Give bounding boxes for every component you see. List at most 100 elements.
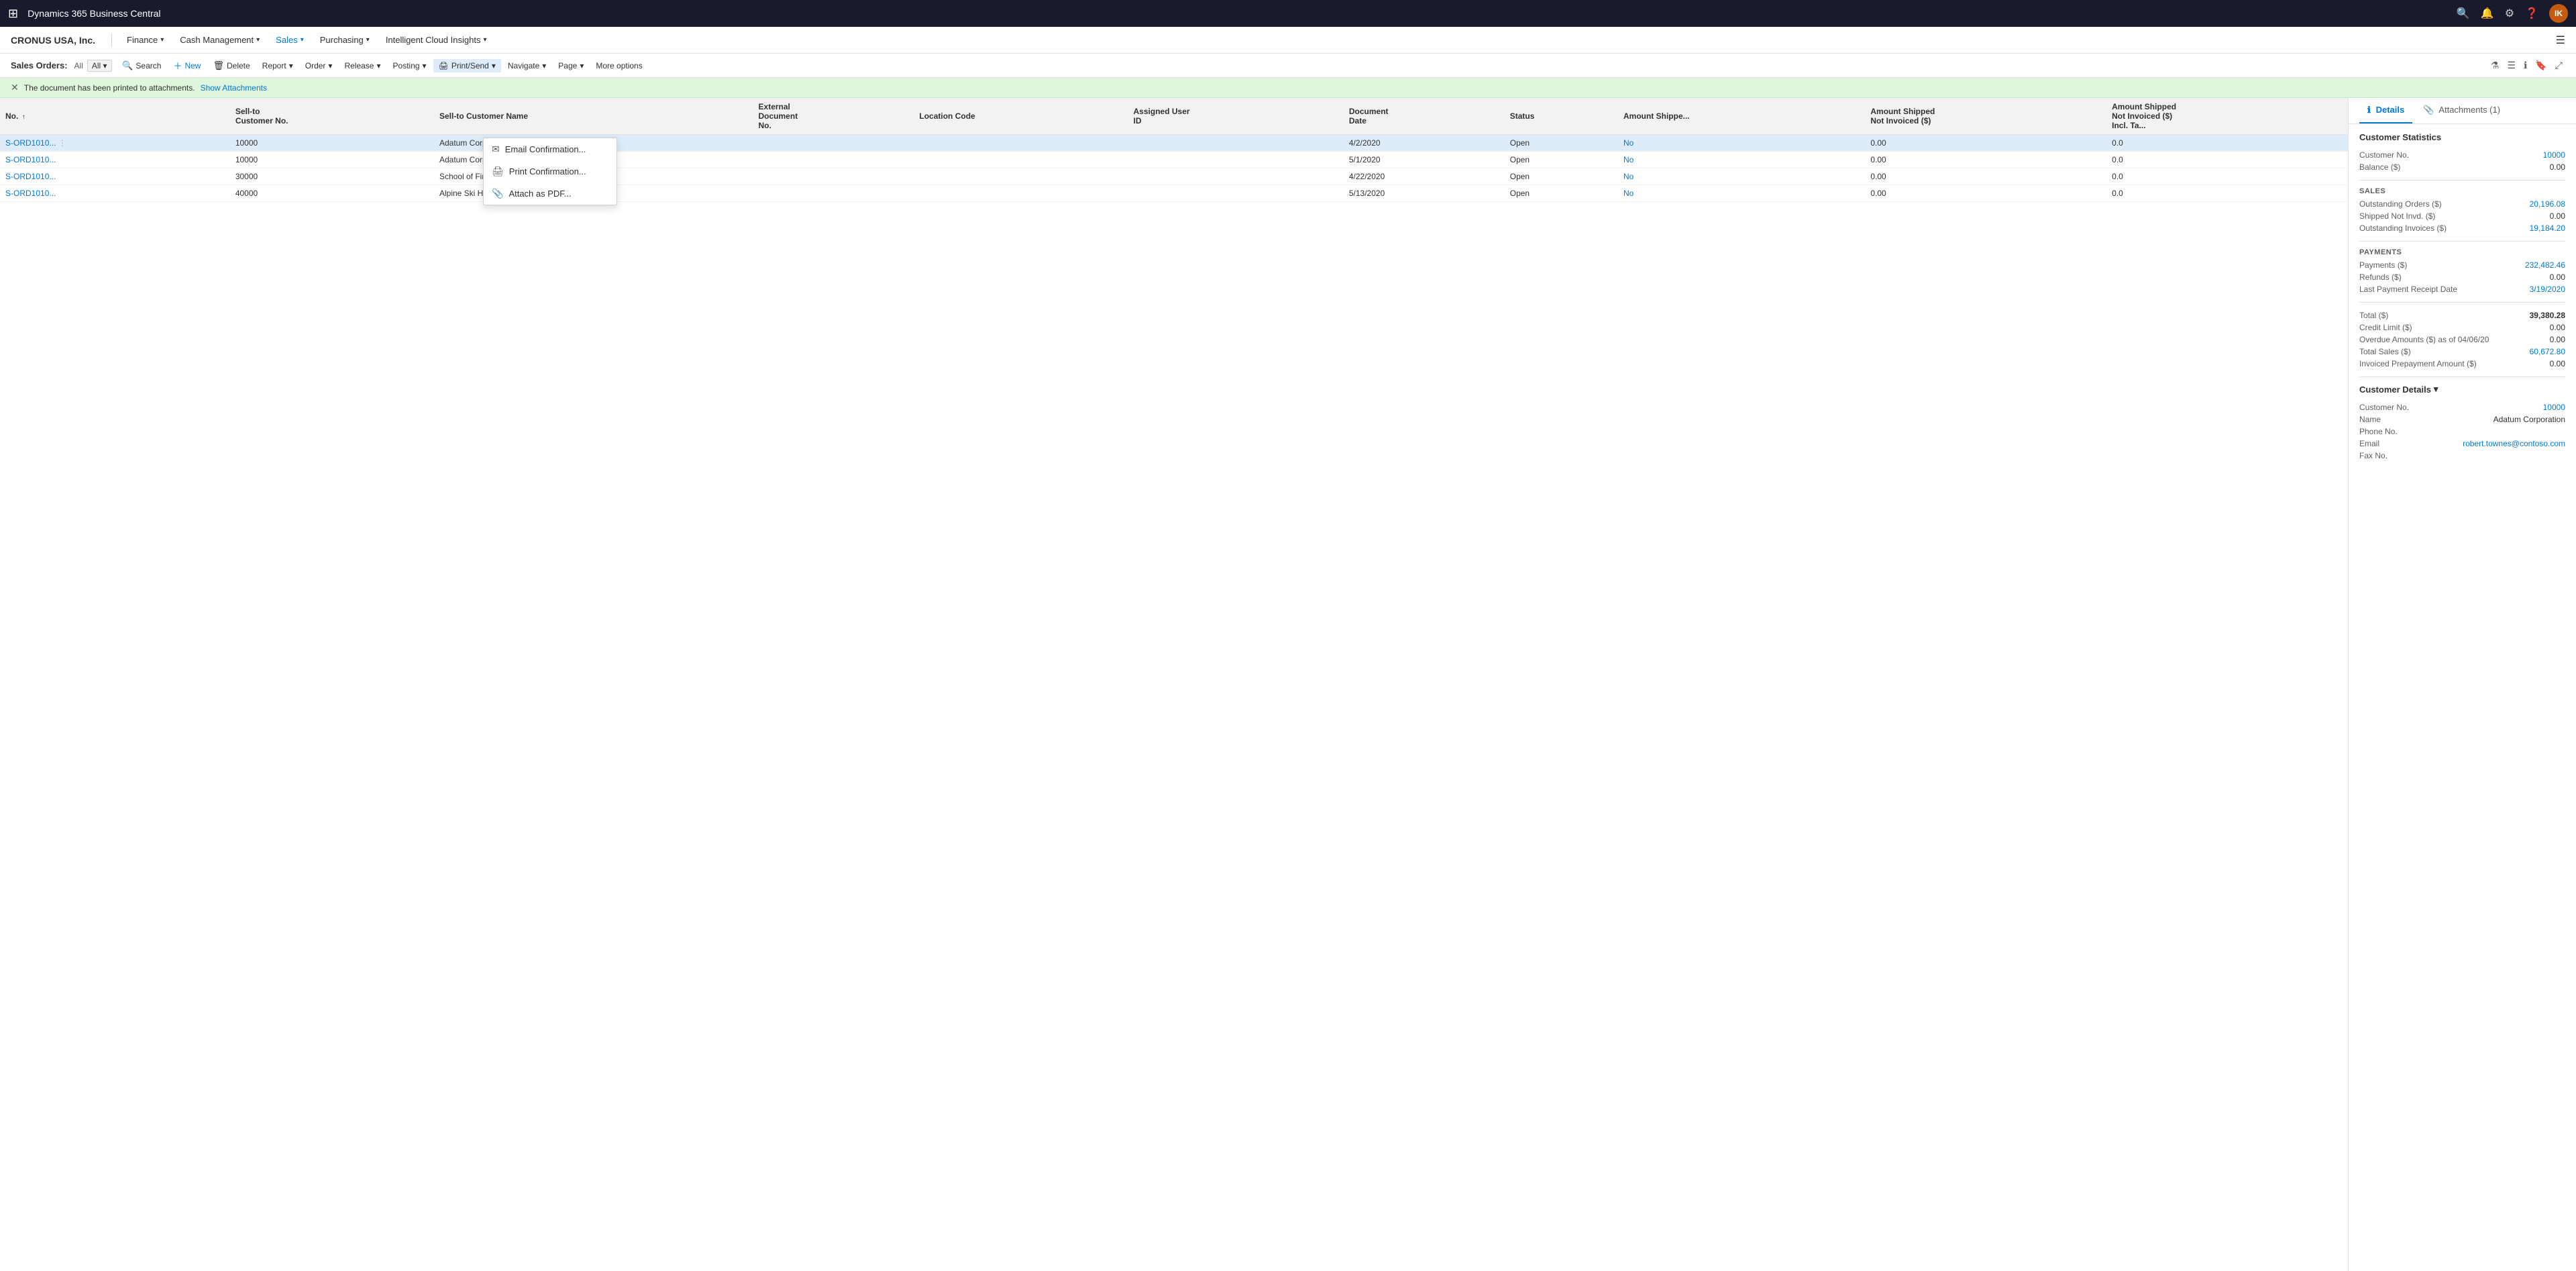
detail-name-label: Name (2359, 415, 2381, 424)
col-doc-date[interactable]: DocumentDate (1344, 98, 1505, 135)
outstanding-invoices-value[interactable]: 19,184.20 (2530, 223, 2565, 233)
customer-statistics-section: Customer Statistics Customer No. 10000 B… (2349, 124, 2576, 470)
col-loc-code[interactable]: Location Code (914, 98, 1128, 135)
outstanding-invoices-label: Outstanding Invoices ($) (2359, 223, 2447, 233)
table-row[interactable]: S-ORD1010...30000School of Fine Art4/22/… (0, 168, 2348, 185)
settings-icon[interactable]: ⚙ (2505, 7, 2514, 20)
col-cust-no[interactable]: Sell-toCustomer No. (230, 98, 434, 135)
chevron-down-icon: ▾ (580, 61, 584, 70)
search-button[interactable]: 🔍 Search (117, 58, 166, 73)
print-confirmation-item[interactable]: 🖨 Print Confirmation... (484, 160, 616, 183)
avatar[interactable]: IK (2549, 4, 2568, 23)
email-confirmation-item[interactable]: ✉ Email Confirmation... (484, 138, 616, 160)
table-cell[interactable]: S-ORD1010... (0, 152, 230, 168)
search-label: Search (136, 61, 161, 70)
bookmark-icon[interactable]: 🔖 (2532, 57, 2549, 74)
table-cell (914, 152, 1128, 168)
detail-email-value[interactable]: robert.townes@contoso.com (2463, 439, 2565, 448)
table-row[interactable]: S-ORD1010...40000Alpine Ski House5/13/20… (0, 185, 2348, 202)
col-no[interactable]: No. ↑ (0, 98, 230, 135)
outstanding-orders-label: Outstanding Orders ($) (2359, 199, 2442, 209)
navigate-button[interactable]: Navigate ▾ (502, 59, 551, 72)
last-payment-label: Last Payment Receipt Date (2359, 285, 2457, 294)
stat-cust-no-value[interactable]: 10000 (2543, 150, 2565, 160)
posting-button[interactable]: Posting ▾ (388, 59, 432, 72)
detail-phone-label: Phone No. (2359, 427, 2398, 436)
more-options-button[interactable]: More options (590, 59, 647, 72)
nav-item-cloud[interactable]: Intelligent Cloud Insights ▾ (379, 32, 494, 48)
stat-invoiced-prepay: Invoiced Prepayment Amount ($) 0.00 (2359, 358, 2565, 370)
col-amt-shipped[interactable]: Amount Shippe... (1618, 98, 1865, 135)
company-name: CRONUS USA, Inc. (11, 35, 95, 46)
close-notification-button[interactable]: ✕ (11, 82, 19, 93)
shipped-not-inv-value: 0.00 (2550, 211, 2565, 221)
print-send-button[interactable]: 🖨 Print/Send ▾ (433, 59, 501, 72)
payments-label: Payments ($) (2359, 260, 2407, 270)
detail-email-label: Email (2359, 439, 2379, 448)
release-button[interactable]: Release ▾ (339, 59, 386, 72)
outstanding-orders-value[interactable]: 20,196.08 (2530, 199, 2565, 209)
bell-icon[interactable]: 🔔 (2481, 7, 2494, 20)
waffle-icon[interactable]: ⊞ (8, 7, 18, 21)
print-send-dropdown: ✉ Email Confirmation... 🖨 Print Confirma… (483, 138, 617, 205)
table-cell: 4/22/2020 (1344, 168, 1505, 185)
table-area: No. ↑ Sell-toCustomer No. Sell-to Custom… (0, 98, 2348, 1271)
payments-section-title: PAYMENTS (2359, 248, 2565, 256)
action-bar: Sales Orders: All All ▾ 🔍 Search ＋ New 🗑… (0, 54, 2576, 78)
email-confirmation-label: Email Confirmation... (505, 144, 586, 154)
table-cell (914, 168, 1128, 185)
chevron-down-icon: ▾ (256, 36, 260, 44)
delete-label: Delete (227, 61, 250, 70)
total-sales-value[interactable]: 60,672.80 (2530, 347, 2565, 356)
plus-icon: ＋ (173, 59, 182, 72)
new-button[interactable]: ＋ New (168, 57, 206, 74)
table-cell[interactable]: S-ORD1010... (0, 168, 230, 185)
table-row[interactable]: S-ORD1010...10000Adatum Corporation5/1/2… (0, 152, 2348, 168)
filter-chip[interactable]: All ▾ (87, 60, 112, 72)
last-payment-value[interactable]: 3/19/2020 (2530, 285, 2565, 294)
list-icon[interactable]: ☰ (2504, 57, 2518, 74)
nav-item-purchasing[interactable]: Purchasing ▾ (313, 32, 376, 48)
detail-phone: Phone No. (2359, 425, 2565, 438)
col-user-id[interactable]: Assigned UserID (1128, 98, 1344, 135)
table-cell: 30000 (230, 168, 434, 185)
show-attachments-link[interactable]: Show Attachments (201, 83, 267, 93)
nav-item-finance[interactable]: Finance ▾ (120, 32, 170, 48)
print-confirmation-label: Print Confirmation... (509, 166, 586, 176)
nav-item-cash[interactable]: Cash Management ▾ (173, 32, 266, 48)
expand-icon[interactable]: ⤢ (2553, 57, 2565, 74)
filter-icon[interactable]: ⚗ (2488, 57, 2502, 74)
help-icon[interactable]: ❓ (2525, 7, 2538, 20)
table-cell[interactable]: S-ORD1010... (0, 185, 230, 202)
notification-bar: ✕ The document has been printed to attac… (0, 78, 2576, 98)
tab-details[interactable]: ℹ Details (2359, 98, 2412, 123)
table-cell[interactable]: S-ORD1010... ⋮ (0, 135, 230, 152)
search-icon[interactable]: 🔍 (2457, 7, 2470, 20)
panel-tabs: ℹ Details 📎 Attachments (1) (2349, 98, 2576, 124)
col-ext-doc[interactable]: ExternalDocumentNo. (753, 98, 914, 135)
attach-as-pdf-item[interactable]: 📎 Attach as PDF... (484, 183, 616, 205)
info-icon[interactable]: ℹ (2521, 57, 2530, 74)
delete-icon: 🗑 (213, 60, 224, 71)
chevron-down-icon: ▾ (289, 61, 293, 70)
tab-attachments[interactable]: 📎 Attachments (1) (2415, 98, 2508, 123)
col-cust-name[interactable]: Sell-to Customer Name (434, 98, 753, 135)
row-context-menu-icon[interactable]: ⋮ (56, 138, 66, 148)
nav-item-sales[interactable]: Sales ▾ (269, 32, 311, 48)
customer-details-header[interactable]: Customer Details ▾ (2359, 384, 2565, 395)
delete-button[interactable]: 🗑 Delete (207, 58, 255, 73)
order-button[interactable]: Order ▾ (300, 59, 338, 72)
chevron-down-icon: ▾ (376, 61, 380, 70)
detail-cust-no-label: Customer No. (2359, 403, 2409, 412)
payments-value[interactable]: 232,482.46 (2525, 260, 2565, 270)
hamburger-icon[interactable]: ☰ (2556, 34, 2565, 47)
order-label: Order (305, 61, 326, 70)
report-button[interactable]: Report ▾ (257, 59, 299, 72)
detail-cust-no-value[interactable]: 10000 (2543, 403, 2565, 412)
col-amt-shipped-incl[interactable]: Amount ShippedNot Invoiced ($)Incl. Ta..… (2106, 98, 2348, 135)
page-button[interactable]: Page ▾ (553, 59, 589, 72)
table-row[interactable]: S-ORD1010... ⋮10000Adatum Corporation4/2… (0, 135, 2348, 152)
nav-divider (111, 34, 112, 47)
col-status[interactable]: Status (1505, 98, 1618, 135)
col-amt-shipped-not-inv[interactable]: Amount ShippedNot Invoiced ($) (1865, 98, 2106, 135)
